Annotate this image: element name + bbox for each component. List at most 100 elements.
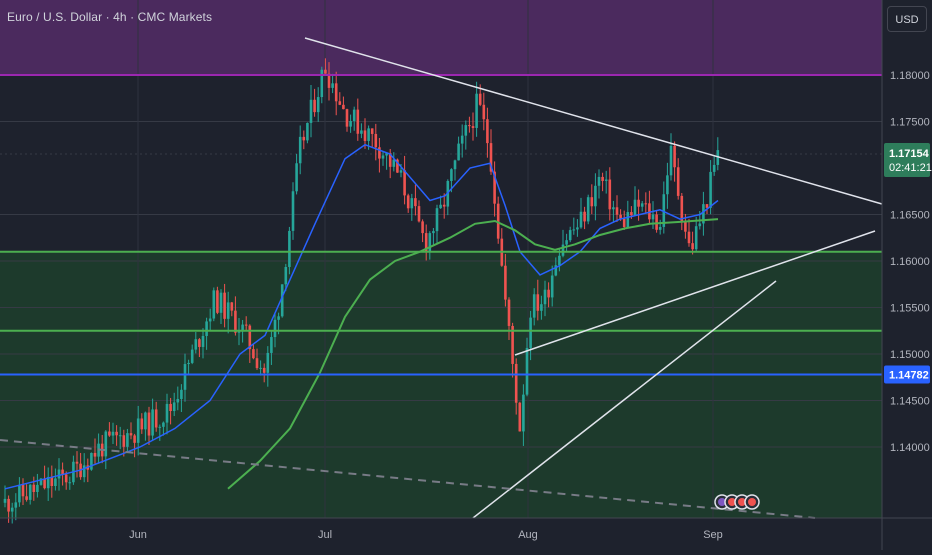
candle-body	[507, 299, 511, 326]
x-tick-label: Jun	[129, 529, 147, 541]
candle-body	[453, 160, 457, 170]
candle-body	[676, 167, 680, 196]
candle-body	[417, 206, 421, 222]
candle-body	[630, 212, 633, 216]
candle-body	[212, 290, 216, 319]
candle-body	[302, 136, 306, 141]
candle-body	[644, 203, 648, 205]
candle-body	[356, 109, 360, 134]
candle-body	[262, 367, 266, 373]
candle-body	[586, 197, 590, 222]
candle-body	[381, 155, 385, 159]
candle-body	[626, 212, 630, 228]
candle-body	[399, 170, 403, 173]
candle-body	[604, 179, 608, 181]
countdown-label: 02:41:21	[889, 162, 932, 174]
candle-body	[21, 484, 25, 497]
blue-level-label: 1.14782	[889, 369, 929, 381]
candle-body	[658, 226, 662, 230]
candle-body	[108, 431, 111, 436]
candle-body	[705, 204, 709, 208]
y-tick-label: 1.14500	[890, 396, 930, 408]
candle-body	[482, 104, 486, 120]
candle-body	[673, 145, 676, 168]
candle-body	[547, 289, 550, 298]
candle-body	[25, 496, 28, 500]
candle-body	[374, 133, 378, 148]
candle-body	[36, 484, 39, 492]
candle-body	[324, 69, 327, 74]
chart-title: Euro / U.S. Dollar · 4h · CMC Markets	[7, 10, 213, 24]
candle-body	[252, 349, 255, 359]
candle-body	[655, 214, 658, 230]
candle-body	[234, 310, 237, 333]
candle-body	[601, 176, 604, 181]
candle-body	[709, 171, 712, 208]
candle-body	[486, 119, 489, 144]
candle-body	[475, 93, 478, 128]
candle-body	[90, 452, 93, 470]
candle-body	[133, 435, 136, 443]
candle-body	[259, 367, 262, 369]
candlestick-chart[interactable]: 1.18000 1.17500 1.16500 1.16000 1.15500 1.150…	[0, 0, 932, 550]
candle-body	[680, 195, 684, 222]
y-tick-label: 1.16000	[890, 256, 930, 268]
candle-body	[169, 403, 172, 412]
candle-body	[518, 402, 522, 432]
candle-body	[316, 97, 320, 113]
x-tick-label: Aug	[518, 529, 538, 541]
candle-body	[104, 431, 108, 457]
y-tick-label: 1.15000	[890, 349, 930, 361]
candle-body	[536, 294, 540, 311]
candle-body	[522, 394, 525, 432]
candle-body	[216, 290, 219, 313]
candle-body	[230, 302, 234, 311]
candle-body	[410, 198, 414, 209]
candle-body	[568, 230, 572, 241]
candle-body	[43, 478, 46, 489]
candle-body	[590, 197, 594, 207]
candle-body	[543, 289, 547, 305]
candle-body	[565, 240, 568, 245]
candle-body	[201, 335, 205, 347]
candle-body	[360, 130, 363, 134]
candle-body	[151, 409, 154, 436]
candle-body	[414, 198, 417, 207]
candle-body	[28, 484, 32, 500]
candle-body	[406, 195, 410, 209]
candle-body	[14, 502, 18, 508]
candle-body	[471, 126, 475, 128]
candle-body	[147, 412, 151, 436]
candle-body	[136, 418, 140, 443]
price-scale	[882, 0, 932, 550]
candle-body	[115, 431, 118, 436]
candle-body	[7, 498, 10, 512]
candle-body	[266, 352, 270, 373]
candle-body	[50, 476, 54, 487]
candle-body	[144, 412, 147, 430]
x-tick-label: Jul	[318, 529, 332, 541]
support-zone	[0, 251, 882, 518]
candle-body	[68, 482, 72, 484]
candle-body	[439, 204, 442, 209]
y-tick-label: 1.16500	[890, 210, 930, 222]
candle-body	[205, 321, 208, 336]
y-tick-label: 1.18000	[890, 70, 930, 82]
candle-body	[140, 418, 144, 430]
candle-body	[226, 302, 230, 319]
candle-body	[363, 130, 367, 141]
candle-body	[176, 398, 180, 403]
candle-body	[345, 109, 349, 127]
candle-body	[334, 83, 338, 102]
candle-body	[576, 227, 579, 230]
candle-body	[651, 214, 655, 220]
candle-body	[313, 99, 316, 113]
chart-area[interactable]: 1.18000 1.17500 1.16500 1.16000 1.15500 1.150…	[0, 0, 932, 550]
currency-button[interactable]: USD	[887, 6, 927, 32]
candle-body	[460, 135, 464, 144]
candle-body	[637, 199, 640, 207]
candle-body	[450, 169, 453, 181]
candle-body	[198, 339, 201, 347]
y-tick-label: 1.14000	[890, 442, 930, 454]
candle-body	[284, 266, 288, 285]
